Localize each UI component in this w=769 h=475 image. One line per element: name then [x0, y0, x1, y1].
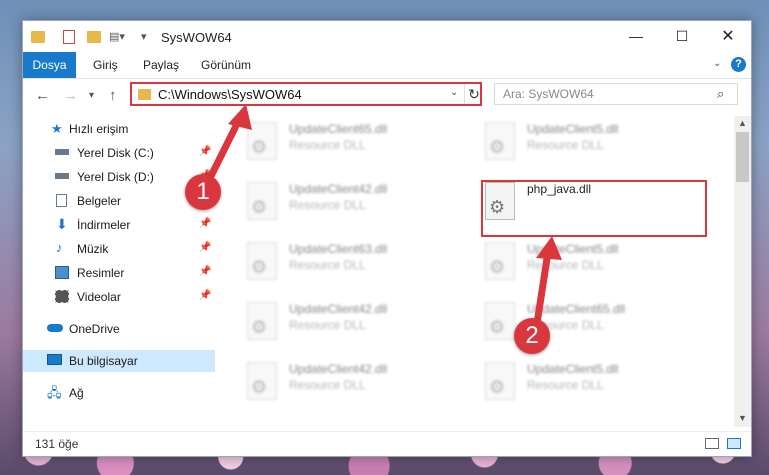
arrow-to-address-bar: [202, 104, 252, 190]
annotation-arrows: [202, 104, 562, 334]
step-1-badge: 1: [185, 174, 221, 210]
arrow-to-php-java: [532, 236, 562, 334]
step-2-badge: 2: [514, 318, 550, 354]
